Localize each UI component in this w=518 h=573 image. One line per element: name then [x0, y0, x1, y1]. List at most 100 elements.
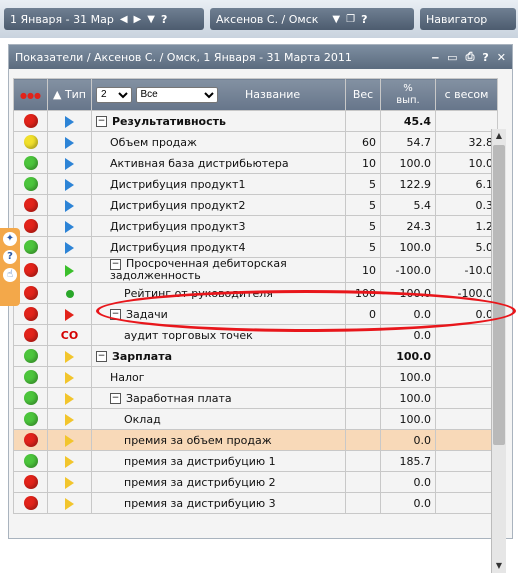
percent-column-header[interactable]: % вып.: [380, 78, 436, 111]
weighted-column-header[interactable]: с весом: [435, 78, 498, 111]
table-row[interactable]: Дистрибуция продукт3 5 24.3 1.2: [13, 215, 498, 237]
name-cell[interactable]: Рейтинг от руководителя: [91, 282, 346, 304]
restore-icon[interactable]: ❐: [346, 14, 355, 25]
weighted-cell: [435, 492, 498, 514]
table-row[interactable]: Дистрибуция продукт1 5 122.9 6.1: [13, 173, 498, 195]
table-row[interactable]: CO аудит торговых точек 0.0: [13, 324, 498, 346]
collapse-icon[interactable]: −: [110, 393, 121, 404]
name-cell[interactable]: Объем продаж: [91, 131, 346, 153]
yellow-triangle-type-icon: [65, 392, 74, 405]
status-dots-icon: ●●●: [20, 91, 41, 100]
name-cell[interactable]: аудит торговых точек: [91, 324, 346, 346]
green-dot-type-icon: [65, 289, 74, 298]
name-cell[interactable]: премия за дистрибуцию 2: [91, 471, 346, 493]
collapse-icon[interactable]: −: [96, 351, 107, 362]
name-cell[interactable]: − Заработная плата: [91, 387, 346, 409]
row-name: Дистрибуция продукт4: [110, 240, 246, 254]
name-column-label[interactable]: Название: [245, 88, 300, 101]
status-column-header[interactable]: ●●●: [13, 78, 48, 111]
table-row[interactable]: Активная база дистрибьютера 10 100.0 10.0: [13, 152, 498, 174]
status-cell: [13, 131, 48, 153]
row-name: премия за дистрибуцию 3: [124, 496, 276, 510]
indicators-panel: Показатели / Аксенов С. / Омск, 1 Января…: [8, 44, 513, 573]
weight-cell: 5: [345, 194, 381, 216]
name-cell[interactable]: Дистрибуция продукт4: [91, 236, 346, 258]
vertical-scrollbar[interactable]: ▲ ▼: [491, 129, 506, 573]
thumbs-up-icon[interactable]: ☝: [3, 268, 17, 282]
percent-cell: 0.0: [380, 429, 436, 451]
type-cell: [47, 173, 92, 195]
help-icon[interactable]: ?: [482, 51, 488, 64]
weight-cell: [345, 429, 381, 451]
question-icon[interactable]: ?: [3, 250, 17, 264]
collapse-icon[interactable]: −: [110, 258, 121, 270]
prev-period-icon[interactable]: ◀: [120, 14, 128, 25]
name-cell[interactable]: Активная база дистрибьютера: [91, 152, 346, 174]
name-cell[interactable]: − Результативность: [91, 110, 346, 132]
table-row[interactable]: Оклад 100.0: [13, 408, 498, 430]
chevron-down-icon[interactable]: ▼: [332, 14, 340, 25]
table-row[interactable]: Налог 100.0: [13, 366, 498, 388]
collapse-icon[interactable]: −: [96, 116, 107, 127]
weight-cell: 100: [345, 282, 381, 304]
lightbulb-icon[interactable]: ✦: [3, 232, 17, 246]
status-indicator-icon: [23, 433, 38, 447]
status-cell: [13, 450, 48, 472]
table-row[interactable]: премия за дистрибуцию 2 0.0: [13, 471, 498, 493]
name-cell[interactable]: премия за дистрибуцию 3: [91, 492, 346, 514]
table-row[interactable]: − Результативность 45.4: [13, 110, 498, 132]
name-cell[interactable]: Оклад: [91, 408, 346, 430]
print-icon[interactable]: ⎙: [466, 50, 475, 64]
weight-cell: 5: [345, 173, 381, 195]
help-icon[interactable]: ?: [161, 13, 167, 26]
user-selector[interactable]: Аксенов С. / Омск ▼ ❐ ?: [210, 8, 414, 30]
scroll-up-icon[interactable]: ▲: [492, 129, 506, 143]
row-name: аудит торговых точек: [124, 328, 253, 342]
name-cell[interactable]: − Просроченная дебиторская задолженность: [91, 257, 346, 283]
table-row[interactable]: Объем продаж 60 54.7 32.8: [13, 131, 498, 153]
table-row[interactable]: Дистрибуция продукт2 5 5.4 0.3: [13, 194, 498, 216]
row-name: Задачи: [126, 307, 168, 321]
table-row[interactable]: − Заработная плата 100.0: [13, 387, 498, 409]
name-cell[interactable]: премия за дистрибуцию 1: [91, 450, 346, 472]
close-icon[interactable]: ✕: [497, 51, 506, 64]
table-row[interactable]: Рейтинг от руководителя 100 -100.0 -100.0: [13, 282, 498, 304]
table-body: − Результативность 45.4 Объем продаж 60 54.7 3…: [13, 110, 498, 514]
table-row[interactable]: − Задачи 0 0.0 0.0: [13, 303, 498, 325]
percent-cell: 0.0: [380, 324, 436, 346]
status-indicator-icon: [23, 328, 38, 342]
navigator-button[interactable]: Навигатор: [420, 8, 516, 30]
table-row[interactable]: премия за дистрибуцию 1 185.7: [13, 450, 498, 472]
name-cell[interactable]: − Зарплата: [91, 345, 346, 367]
date-range-selector[interactable]: 1 Января - 31 Мар ◀ ▶ ▼ ?: [4, 8, 204, 30]
weight-column-header[interactable]: Вес: [345, 78, 381, 111]
help-icon[interactable]: ?: [361, 13, 367, 26]
name-cell[interactable]: Налог: [91, 366, 346, 388]
level-select[interactable]: 2: [96, 86, 132, 103]
filter-select[interactable]: Все: [135, 86, 218, 103]
restore-icon[interactable]: ▭: [447, 51, 457, 64]
scroll-down-icon[interactable]: ▼: [492, 559, 506, 573]
table-row[interactable]: Дистрибуция продукт4 5 100.0 5.0: [13, 236, 498, 258]
chevron-down-icon[interactable]: ▼: [147, 14, 155, 25]
next-period-icon[interactable]: ▶: [134, 14, 142, 25]
table-row[interactable]: − Зарплата 100.0: [13, 345, 498, 367]
name-cell[interactable]: Дистрибуция продукт1: [91, 173, 346, 195]
weighted-cell: -100.0: [435, 282, 498, 304]
table-row[interactable]: − Просроченная дебиторская задолженность 1…: [13, 257, 498, 283]
scroll-thumb[interactable]: [493, 145, 505, 445]
collapse-icon[interactable]: −: [110, 309, 121, 320]
status-cell: [13, 429, 48, 451]
side-helper-widget[interactable]: ✦ ? ☝: [0, 228, 20, 306]
status-cell: [13, 303, 48, 325]
type-column-header[interactable]: ▲ Тип: [47, 78, 92, 111]
name-cell[interactable]: премия за объем продаж: [91, 429, 346, 451]
percent-cell: 100.0: [380, 345, 436, 367]
table-row[interactable]: премия за объем продаж 0.0: [13, 429, 498, 451]
minimize-icon[interactable]: ‒: [432, 51, 440, 64]
table-row[interactable]: премия за дистрибуцию 3 0.0: [13, 492, 498, 514]
name-cell[interactable]: − Задачи: [91, 303, 346, 325]
name-cell[interactable]: Дистрибуция продукт2: [91, 194, 346, 216]
name-cell[interactable]: Дистрибуция продукт3: [91, 215, 346, 237]
blue-triangle-type-icon: [65, 157, 74, 170]
